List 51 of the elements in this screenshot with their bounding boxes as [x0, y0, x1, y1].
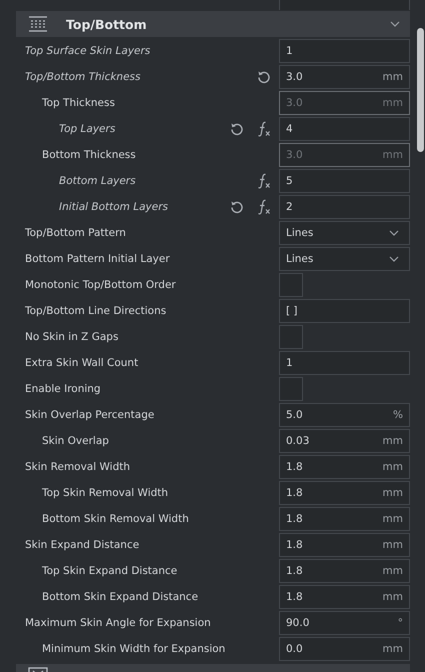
reset-icon[interactable]	[257, 70, 271, 84]
setting-label: Top Layers	[58, 123, 116, 135]
section-header[interactable]: Top/Bottom	[16, 11, 410, 37]
input-field[interactable]: 1.8 mm	[279, 481, 410, 505]
setting-label: Top Skin Removal Width	[41, 487, 170, 499]
setting-label: Bottom Layers	[58, 175, 137, 187]
layers-icon	[28, 15, 48, 33]
setting-label: Skin Removal Width	[24, 461, 131, 473]
input-field[interactable]: 5.0 %	[279, 403, 410, 427]
input-field[interactable]: 0.03 mm	[279, 429, 410, 453]
input-field[interactable]: 1.8 mm	[279, 559, 410, 583]
setting-label: Maximum Skin Angle for Expansion	[24, 617, 212, 629]
setting-label: Skin Expand Distance	[24, 539, 140, 551]
setting-label: Enable Ironing	[24, 383, 102, 395]
dropdown[interactable]: Lines	[279, 221, 410, 245]
setting-label: Top Surface Skin Layers	[24, 45, 152, 57]
scrollbar[interactable]	[417, 28, 424, 152]
chevron-icon	[390, 21, 400, 27]
setting-label: Skin Overlap Percentage	[24, 409, 156, 421]
setting-label: Bottom Pattern Initial Layer	[24, 253, 171, 265]
dropdown[interactable]: Lines	[279, 247, 410, 271]
input-field[interactable]: 1.8 mm	[279, 533, 410, 557]
setting-label: Bottom Skin Expand Distance	[41, 591, 200, 603]
setting-label: Minimum Skin Width for Expansion	[41, 643, 226, 655]
checkbox[interactable]	[279, 273, 303, 297]
setting-label: No Skin in Z Gaps	[24, 331, 120, 343]
chevron-icon	[389, 256, 399, 262]
setting-label: Bottom Thickness	[41, 149, 137, 161]
setting-label: Extra Skin Wall Count	[24, 357, 140, 369]
input-field[interactable]: [ ]	[279, 299, 410, 323]
setting-label: Initial Bottom Layers	[58, 201, 169, 213]
input-field[interactable]: 3.0 mm	[279, 65, 410, 89]
setting-label: Top/Bottom Thickness	[24, 71, 142, 83]
input-field[interactable]: 90.0 °	[279, 611, 410, 635]
input-field[interactable]: 1.8 mm	[279, 455, 410, 479]
chevron-icon	[389, 230, 399, 236]
setting-label: Top Thickness	[41, 97, 116, 109]
input-field[interactable]: 1	[279, 39, 410, 63]
checkbox[interactable]	[279, 377, 303, 401]
setting-label: Monotonic Top/Bottom Order	[24, 279, 177, 291]
setting-label: Top/Bottom Line Directions	[24, 305, 168, 317]
setting-label: Skin Overlap	[41, 435, 110, 447]
input-field[interactable]: 1.8 mm	[279, 585, 410, 609]
setting-label: Top Skin Expand Distance	[41, 565, 178, 577]
input-field[interactable]: 0.0 mm	[279, 637, 410, 661]
input-field[interactable]: 1	[279, 351, 410, 375]
setting-label: Top/Bottom Pattern	[24, 227, 127, 239]
input-field[interactable]: 1.8 mm	[279, 507, 410, 531]
section-title: Top/Bottom	[66, 16, 148, 32]
checkbox[interactable]	[279, 325, 303, 349]
setting-label: Bottom Skin Removal Width	[41, 513, 190, 525]
